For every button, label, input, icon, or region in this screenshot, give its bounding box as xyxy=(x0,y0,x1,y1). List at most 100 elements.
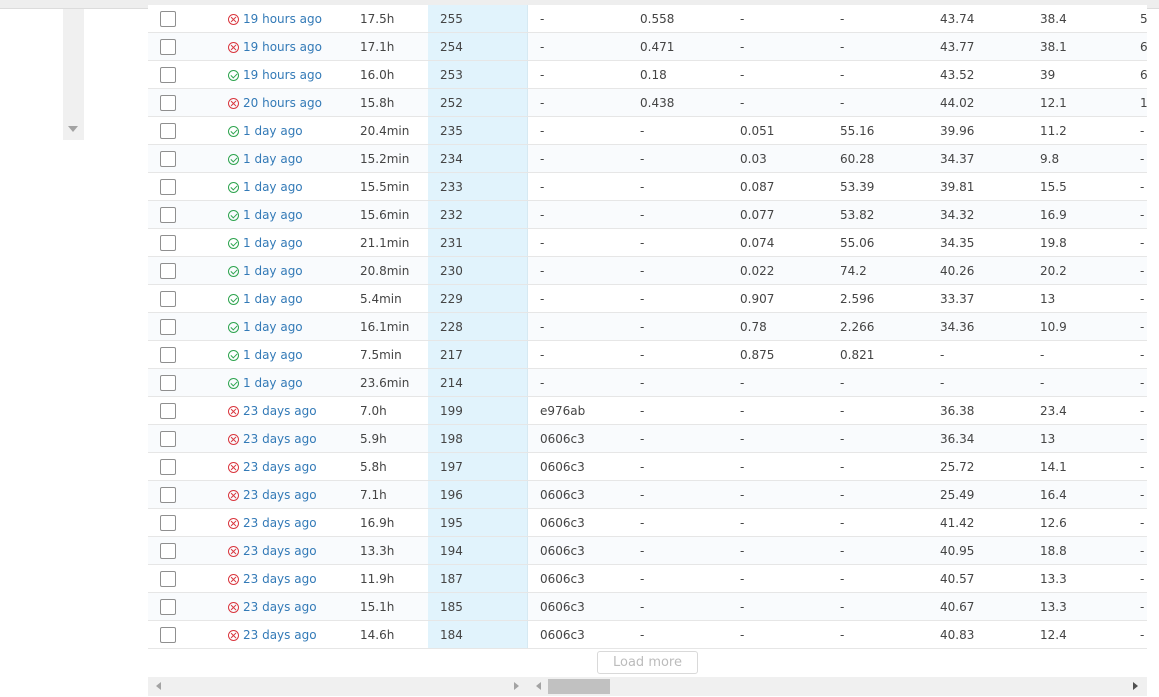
scroll-right-arrow-icon[interactable] xyxy=(514,682,519,690)
row-select-checkbox[interactable] xyxy=(160,263,176,279)
run-status-link[interactable]: 23 days ago xyxy=(228,593,317,621)
row-select-checkbox[interactable] xyxy=(160,599,176,615)
run-time-label[interactable]: 23 days ago xyxy=(243,565,317,593)
run-time-label[interactable]: 23 days ago xyxy=(243,453,317,481)
table-row[interactable]: 1 day ago 15.5min 233 - - 0.087 53.39 39.81 15.5… xyxy=(148,173,1147,201)
run-status-link[interactable]: 19 hours ago xyxy=(228,61,322,89)
table-row[interactable]: 1 day ago 7.5min 217 - - 0.875 0.821 - - - xyxy=(148,341,1147,369)
scroll-left-arrow-icon[interactable] xyxy=(536,682,541,690)
run-time-label[interactable]: 23 days ago xyxy=(243,425,317,453)
run-status-link[interactable]: 23 days ago xyxy=(228,565,317,593)
load-more-button[interactable]: Load more xyxy=(597,651,698,674)
table-row[interactable]: 23 days ago 5.9h 198 0606c3 - - - 36.34 13 - xyxy=(148,425,1147,453)
run-status-link[interactable]: 1 day ago xyxy=(228,285,303,313)
row-select-checkbox[interactable] xyxy=(160,319,176,335)
row-select-checkbox[interactable] xyxy=(160,11,176,27)
row-select-checkbox[interactable] xyxy=(160,151,176,167)
run-status-link[interactable]: 1 day ago xyxy=(228,229,303,257)
run-time-label[interactable]: 1 day ago xyxy=(243,313,303,341)
run-time-label[interactable]: 23 days ago xyxy=(243,537,317,565)
row-select-checkbox[interactable] xyxy=(160,291,176,307)
run-status-link[interactable]: 23 days ago xyxy=(228,537,317,565)
scrollbar-thumb[interactable] xyxy=(548,679,610,694)
table-row[interactable]: 19 hours ago 17.1h 254 - 0.471 - - 43.77 38.1 6 xyxy=(148,33,1147,61)
row-select-checkbox[interactable] xyxy=(160,627,176,643)
run-status-link[interactable]: 1 day ago xyxy=(228,341,303,369)
run-time-label[interactable]: 23 days ago xyxy=(243,481,317,509)
table-row[interactable]: 20 hours ago 15.8h 252 - 0.438 - - 44.02 12.1 1 xyxy=(148,89,1147,117)
table-row[interactable]: 1 day ago 5.4min 229 - - 0.907 2.596 33.37 13 - xyxy=(148,285,1147,313)
row-select-checkbox[interactable] xyxy=(160,571,176,587)
table-row[interactable]: 23 days ago 14.6h 184 0606c3 - - - 40.83 12.4 - xyxy=(148,621,1147,649)
run-status-link[interactable]: 1 day ago xyxy=(228,313,303,341)
scroll-left-arrow-icon[interactable] xyxy=(156,682,161,690)
table-row[interactable]: 23 days ago 7.1h 196 0606c3 - - - 25.49 16.4 - xyxy=(148,481,1147,509)
run-status-link[interactable]: 23 days ago xyxy=(228,509,317,537)
run-status-link[interactable]: 19 hours ago xyxy=(228,5,322,33)
run-status-link[interactable]: 1 day ago xyxy=(228,201,303,229)
row-select-checkbox[interactable] xyxy=(160,347,176,363)
run-time-label[interactable]: 19 hours ago xyxy=(243,33,322,61)
run-status-link[interactable]: 1 day ago xyxy=(228,173,303,201)
run-time-label[interactable]: 1 day ago xyxy=(243,201,303,229)
table-row[interactable]: 1 day ago 15.2min 234 - - 0.03 60.28 34.37 9.8 - xyxy=(148,145,1147,173)
run-status-link[interactable]: 23 days ago xyxy=(228,397,317,425)
row-select-checkbox[interactable] xyxy=(160,67,176,83)
table-row[interactable]: 23 days ago 5.8h 197 0606c3 - - - 25.72 14.1 - xyxy=(148,453,1147,481)
run-time-label[interactable]: 23 days ago xyxy=(243,509,317,537)
run-status-link[interactable]: 1 day ago xyxy=(228,145,303,173)
row-select-checkbox[interactable] xyxy=(160,123,176,139)
horizontal-scrollbar[interactable] xyxy=(148,677,1147,696)
table-row[interactable]: 1 day ago 16.1min 228 - - 0.78 2.266 34.36 10.9 - xyxy=(148,313,1147,341)
run-status-link[interactable]: 1 day ago xyxy=(228,257,303,285)
run-time-label[interactable]: 19 hours ago xyxy=(243,5,322,33)
scroll-down-arrow-icon[interactable] xyxy=(68,126,78,132)
row-select-checkbox[interactable] xyxy=(160,39,176,55)
run-time-label[interactable]: 1 day ago xyxy=(243,369,303,397)
row-select-checkbox[interactable] xyxy=(160,375,176,391)
row-select-checkbox[interactable] xyxy=(160,403,176,419)
row-select-checkbox[interactable] xyxy=(160,179,176,195)
scroll-right-arrow-icon[interactable] xyxy=(1133,682,1138,690)
run-status-link[interactable]: 19 hours ago xyxy=(228,33,322,61)
table-row[interactable]: 1 day ago 21.1min 231 - - 0.074 55.06 34.35 19.8… xyxy=(148,229,1147,257)
table-row[interactable]: 1 day ago 15.6min 232 - - 0.077 53.82 34.32 16.9… xyxy=(148,201,1147,229)
row-select-checkbox[interactable] xyxy=(160,487,176,503)
table-row[interactable]: 23 days ago 15.1h 185 0606c3 - - - 40.67 13.3 - xyxy=(148,593,1147,621)
run-time-label[interactable]: 1 day ago xyxy=(243,257,303,285)
run-status-link[interactable]: 1 day ago xyxy=(228,369,303,397)
run-time-label[interactable]: 19 hours ago xyxy=(243,61,322,89)
sidebar-scrollbar[interactable] xyxy=(63,9,84,140)
table-row[interactable]: 19 hours ago 16.0h 253 - 0.18 - - 43.52 39 6 xyxy=(148,61,1147,89)
row-select-checkbox[interactable] xyxy=(160,207,176,223)
run-status-link[interactable]: 23 days ago xyxy=(228,425,317,453)
run-time-label[interactable]: 1 day ago xyxy=(243,173,303,201)
table-row[interactable]: 1 day ago 20.8min 230 - - 0.022 74.2 40.26 20.2 - xyxy=(148,257,1147,285)
table-row[interactable]: 23 days ago 16.9h 195 0606c3 - - - 41.42 12.6 - xyxy=(148,509,1147,537)
run-time-label[interactable]: 20 hours ago xyxy=(243,89,322,117)
run-time-label[interactable]: 23 days ago xyxy=(243,621,317,649)
table-row[interactable]: 1 day ago 20.4min 235 - - 0.051 55.16 39.96 11.2… xyxy=(148,117,1147,145)
row-select-checkbox[interactable] xyxy=(160,515,176,531)
row-select-checkbox[interactable] xyxy=(160,431,176,447)
table-row[interactable]: 23 days ago 7.0h 199 e976ab - - - 36.38 23.4 - xyxy=(148,397,1147,425)
table-row[interactable]: 23 days ago 11.9h 187 0606c3 - - - 40.57 13.3 - xyxy=(148,565,1147,593)
run-time-label[interactable]: 23 days ago xyxy=(243,593,317,621)
run-time-label[interactable]: 1 day ago xyxy=(243,229,303,257)
run-status-link[interactable]: 20 hours ago xyxy=(228,89,322,117)
table-row[interactable]: 19 hours ago 17.5h 255 - 0.558 - - 43.74 38.4 5 xyxy=(148,5,1147,33)
table-row[interactable]: 23 days ago 13.3h 194 0606c3 - - - 40.95 18.8 - xyxy=(148,537,1147,565)
run-time-label[interactable]: 1 day ago xyxy=(243,341,303,369)
run-time-label[interactable]: 1 day ago xyxy=(243,285,303,313)
table-row[interactable]: 1 day ago 23.6min 214 - - - - - - - xyxy=(148,369,1147,397)
run-status-link[interactable]: 1 day ago xyxy=(228,117,303,145)
row-select-checkbox[interactable] xyxy=(160,95,176,111)
row-select-checkbox[interactable] xyxy=(160,459,176,475)
run-status-link[interactable]: 23 days ago xyxy=(228,481,317,509)
run-status-link[interactable]: 23 days ago xyxy=(228,453,317,481)
run-time-label[interactable]: 23 days ago xyxy=(243,397,317,425)
run-status-link[interactable]: 23 days ago xyxy=(228,621,317,649)
row-select-checkbox[interactable] xyxy=(160,543,176,559)
row-select-checkbox[interactable] xyxy=(160,235,176,251)
run-time-label[interactable]: 1 day ago xyxy=(243,117,303,145)
